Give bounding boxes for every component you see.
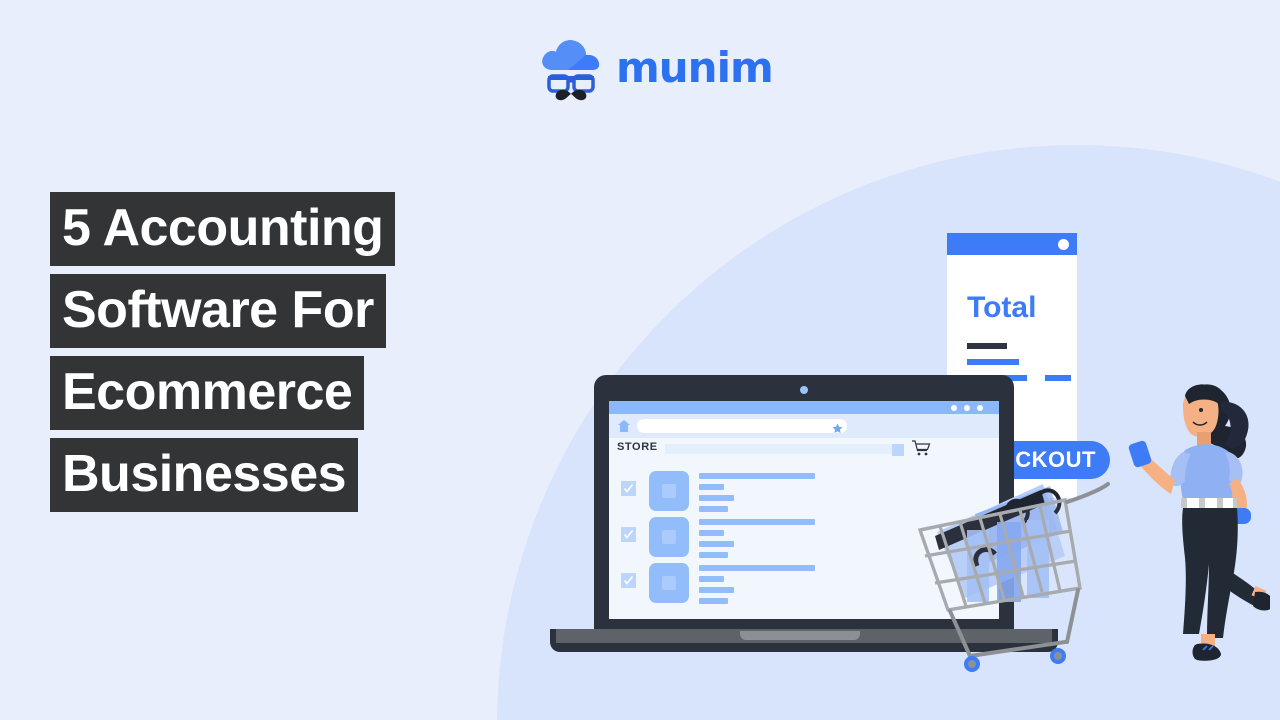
product-thumbnail	[649, 471, 689, 511]
receipt-title-bar	[947, 233, 1077, 255]
store-label: STORE	[617, 441, 658, 453]
product-list-item[interactable]	[621, 517, 871, 558]
laptop-webcam-icon	[800, 386, 808, 394]
browser-window-dots-icon	[951, 405, 993, 411]
home-icon[interactable]	[617, 419, 631, 433]
store-search-strip	[665, 444, 904, 454]
cloud-glasses-mustache-logo	[538, 32, 604, 104]
headline-line-1: 5 Accounting	[50, 192, 396, 266]
product-list-item[interactable]	[621, 563, 871, 604]
receipt-window-dot-icon	[1058, 239, 1069, 250]
product-text-line	[699, 495, 734, 501]
product-list-item[interactable]	[621, 471, 871, 512]
product-text-line	[699, 587, 734, 593]
product-text-line	[699, 473, 815, 479]
product-text-line	[699, 552, 728, 558]
product-text-line	[699, 484, 724, 490]
product-text-line	[699, 576, 724, 582]
headline-line-3: Ecommerce	[50, 356, 365, 430]
logo-wordmark: munim	[616, 42, 774, 92]
shopping-cart-icon[interactable]	[911, 439, 931, 457]
product-text-line	[699, 541, 734, 547]
receipt-total-label: Total	[967, 291, 1037, 324]
shopping-cart-illustration	[915, 470, 1125, 675]
receipt-line-1	[967, 343, 1007, 349]
woman-shopper	[1125, 372, 1274, 677]
receipt-line-2	[967, 359, 1019, 365]
star-icon[interactable]	[832, 421, 843, 433]
product-checkbox[interactable]	[621, 573, 636, 588]
store-strip-accent	[892, 444, 904, 456]
browser-title-bar	[609, 401, 999, 414]
headline-line-4: Businesses	[50, 438, 359, 512]
address-bar-input[interactable]	[637, 419, 847, 433]
product-thumbnail	[649, 517, 689, 557]
product-text-line	[699, 565, 815, 571]
page-title: 5 Accounting Software For Ecommerce Busi…	[50, 192, 396, 520]
product-thumbnail	[649, 563, 689, 603]
product-checkbox[interactable]	[621, 481, 636, 496]
product-checkbox[interactable]	[621, 527, 636, 542]
headline-line-2: Software For	[50, 274, 386, 348]
laptop-trackpad	[740, 631, 860, 640]
receipt-line-4	[1045, 375, 1071, 381]
brand-logo[interactable]: munim	[538, 30, 774, 105]
banner-canvas: munim 5 Accounting Software For Ecommerc…	[0, 0, 1280, 720]
product-text-line	[699, 530, 724, 536]
product-text-line	[699, 598, 728, 604]
shoe	[1253, 591, 1274, 611]
product-text-line	[699, 506, 728, 512]
product-text-line	[699, 519, 815, 525]
